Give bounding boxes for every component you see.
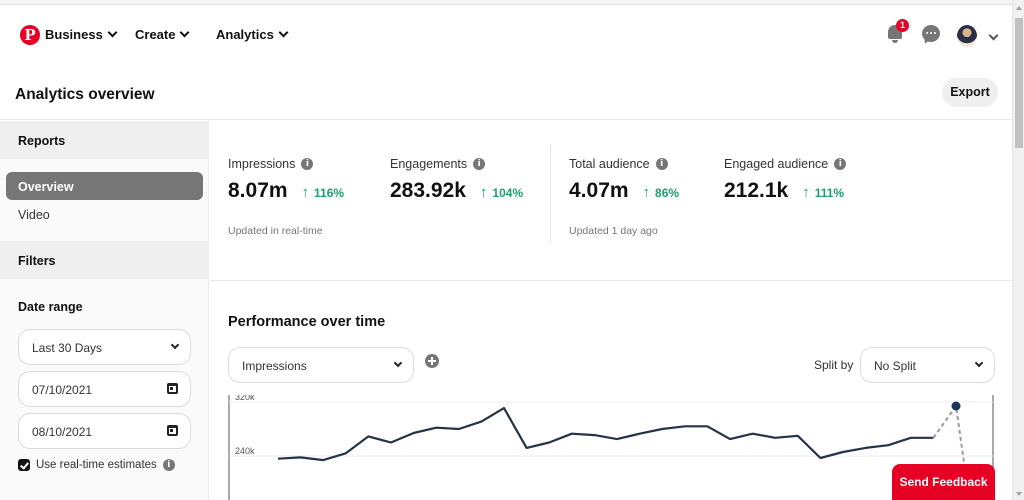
realtime-update-note: Updated in real-time [228, 225, 323, 237]
nav-create-label: Create [135, 27, 176, 42]
metric-value: 8.07m [228, 179, 288, 202]
info-icon[interactable]: i [162, 459, 175, 471]
arrow-up-icon: ↑ [802, 184, 810, 201]
metric-value: 283.92k [390, 179, 466, 202]
metrics-divider [550, 145, 551, 243]
browser-top-strip [0, 0, 1012, 5]
account-chevron-down-icon[interactable] [988, 30, 999, 41]
pinterest-logo-icon[interactable]: P [20, 25, 40, 45]
metric-change: ↑ 111% [802, 184, 844, 201]
chevron-down-icon [278, 27, 289, 38]
bell-clapper [892, 40, 898, 43]
nav-analytics[interactable]: Analytics [216, 27, 289, 42]
arrow-up-icon: ↑ [479, 184, 488, 201]
chevron-down-icon [107, 27, 118, 38]
sidebar-item-overview[interactable]: Overview [6, 172, 203, 200]
split-by-label: Split by [814, 358, 854, 372]
start-date-input[interactable]: 07/10/2021 [18, 371, 191, 407]
metric-change: ↑ 86% [643, 184, 680, 201]
arrow-up-icon: ↑ [642, 184, 651, 201]
notifications-button[interactable]: 1 [884, 19, 909, 46]
nav-analytics-label: Analytics [216, 27, 274, 42]
metric-change: ↑ 104% [480, 184, 523, 201]
realtime-estimates-label: Use real-time estimates [36, 459, 157, 471]
metric-label: Total audience [569, 157, 650, 171]
nav-create[interactable]: Create [135, 27, 190, 42]
metric-engaged-audience: Engaged audience i 212.1k ↑ 111% [724, 157, 847, 203]
metric-change-value: 86% [655, 185, 680, 200]
calendar-icon[interactable] [167, 383, 178, 394]
metric-change-value: 104% [492, 185, 524, 200]
export-button[interactable]: Export [942, 78, 998, 107]
date-range-select[interactable]: Last 30 Days [18, 329, 191, 365]
metric-label: Engagements [390, 157, 468, 171]
performance-chart: 320k 240k [228, 395, 994, 500]
series-line-estimated [932, 403, 966, 470]
info-icon[interactable]: i [473, 158, 486, 170]
end-date-input[interactable]: 08/10/2021 [18, 413, 191, 449]
chevron-down-icon [393, 358, 403, 368]
y-tick-label: 240k [235, 446, 255, 456]
chat-tail [922, 36, 931, 46]
metric-change: ↑ 116% [302, 184, 345, 201]
date-range-value: Last 30 Days [32, 341, 103, 355]
split-by-select[interactable]: No Split [860, 347, 995, 383]
split-by-value: No Split [874, 359, 917, 373]
add-metric-icon[interactable] [425, 354, 439, 368]
page-title: Analytics overview [15, 86, 155, 103]
page-title-bar: Analytics overview Export [0, 66, 1012, 120]
info-icon[interactable]: i [834, 158, 847, 170]
info-icon[interactable]: i [655, 158, 668, 170]
send-feedback-button[interactable]: Send Feedback [892, 464, 995, 500]
calendar-icon[interactable] [167, 425, 178, 436]
metric-value: 212.1k [724, 179, 789, 202]
info-icon[interactable]: i [301, 158, 314, 170]
metric-select[interactable]: Impressions [228, 347, 414, 383]
sidebar: Reports Overview Video Filters Date rang… [0, 121, 209, 500]
metric-select-value: Impressions [242, 359, 307, 373]
messages-button[interactable] [919, 22, 943, 46]
top-nav: P Business Create Analytics 1 [0, 6, 1012, 66]
sidebar-item-video[interactable]: Video [6, 200, 203, 228]
chevron-down-icon [180, 27, 190, 38]
notification-badge: 1 [896, 19, 909, 32]
arrow-up-icon: ↑ [301, 184, 310, 201]
daily-update-note: Updated 1 day ago [569, 225, 658, 237]
scrollbar-thumb[interactable] [1015, 18, 1023, 148]
scroll-up-arrow-icon[interactable] [1016, 6, 1022, 10]
y-tick-label: 320k [235, 395, 255, 402]
metric-impressions: Impressions i 8.07m ↑ 116% [228, 157, 344, 203]
metric-label: Engaged audience [724, 157, 829, 171]
filters-heading: Filters [0, 241, 209, 279]
metrics-summary: Impressions i 8.07m ↑ 116% Engagements i 28… [210, 121, 1012, 281]
realtime-estimates-option: Use real-time estimates i [18, 459, 175, 471]
realtime-estimates-checkbox[interactable] [18, 459, 30, 471]
metric-total-audience: Total audience i 4.07m ↑ 86% [569, 157, 679, 203]
reports-heading: Reports [0, 121, 209, 159]
date-range-label: Date range [18, 300, 83, 314]
end-date-value: 08/10/2021 [32, 425, 93, 439]
page-scrollbar[interactable] [1012, 0, 1024, 500]
metric-label: Impressions [228, 157, 296, 171]
series-line-impressions [277, 407, 934, 462]
chat-dots [926, 32, 936, 34]
chevron-down-icon [974, 358, 984, 368]
highlighted-data-point [951, 401, 961, 411]
metric-change-value: 111% [814, 185, 845, 200]
start-date-value: 07/10/2021 [32, 383, 93, 397]
chevron-down-icon [170, 340, 180, 350]
scroll-down-arrow-icon[interactable] [1016, 492, 1022, 496]
performance-title: Performance over time [228, 314, 386, 330]
nav-business-label: Business [45, 27, 103, 42]
metric-value: 4.07m [569, 179, 629, 202]
avatar[interactable] [957, 25, 977, 47]
metric-change-value: 116% [314, 185, 345, 200]
nav-business[interactable]: Business [45, 27, 118, 42]
metric-engagements: Engagements i 283.92k ↑ 104% [390, 157, 523, 203]
